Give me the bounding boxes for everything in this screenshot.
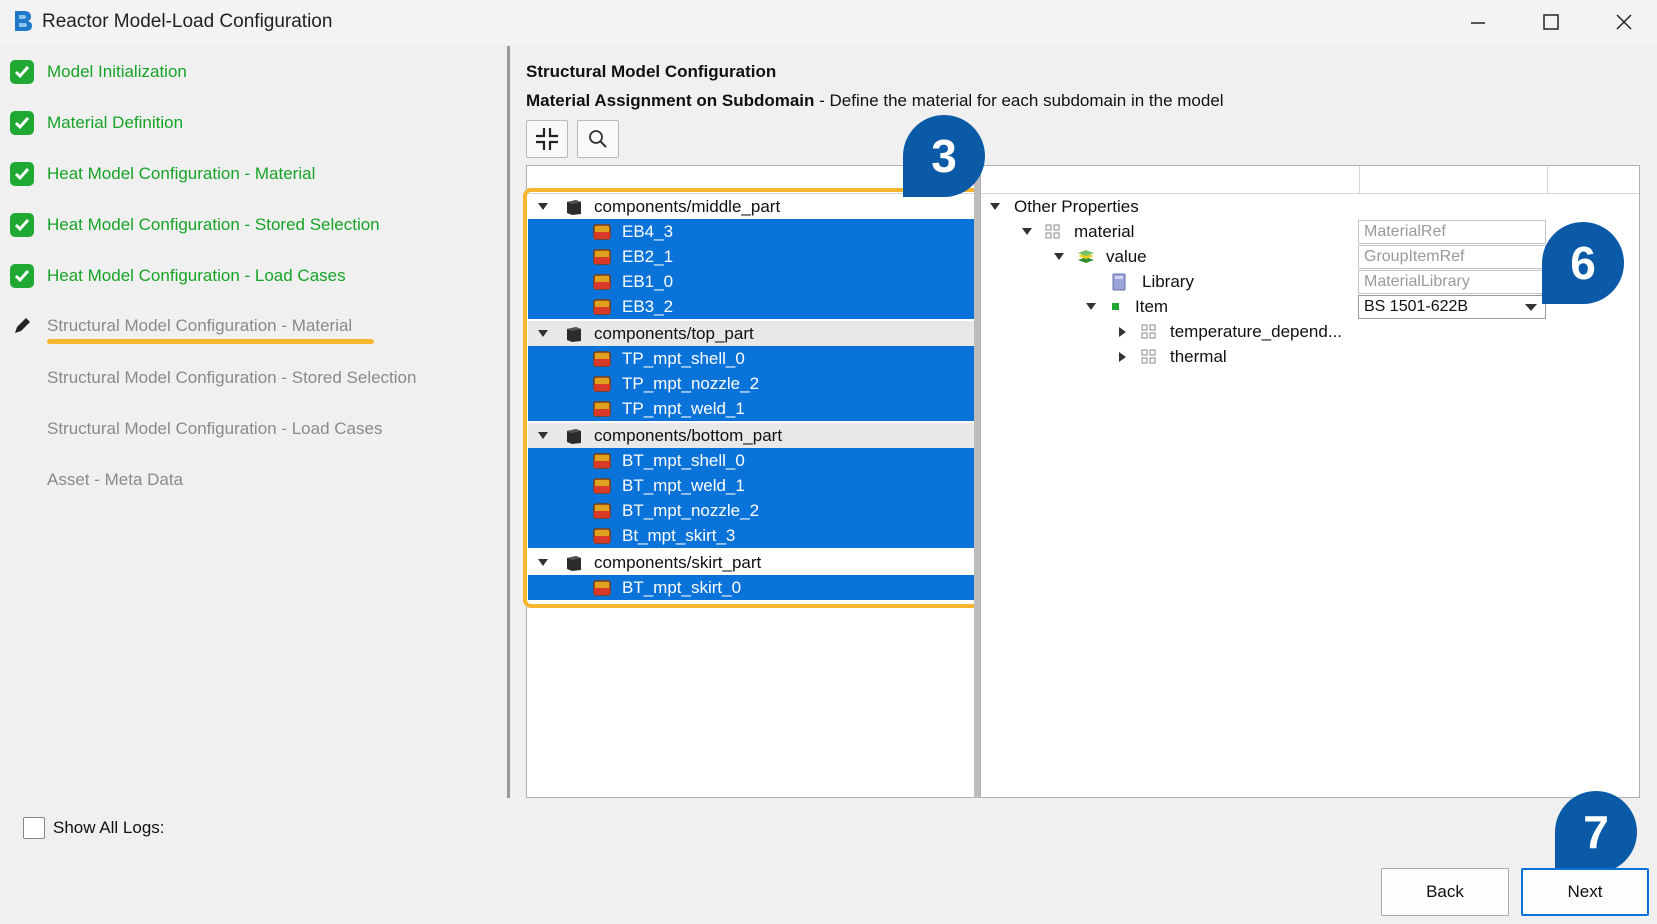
step-heat-material[interactable]: Heat Model Configuration - Material [10, 157, 315, 191]
prop-label: material [1074, 221, 1135, 241]
prop-label: temperature_depend... [1170, 321, 1343, 341]
page-subtitle: Material Assignment on Subdomain - Defin… [526, 91, 1224, 111]
prop-label: Item [1135, 296, 1169, 316]
prop-row-temperature[interactable]: temperature_depend... [1118, 319, 1342, 344]
show-all-logs-checkbox[interactable] [23, 817, 45, 839]
callout-badge-6: 6 [1542, 222, 1624, 304]
prop-label: thermal [1170, 346, 1227, 366]
caret-right-icon[interactable] [1118, 326, 1128, 337]
prop-row-material[interactable]: material [1022, 219, 1134, 244]
step-structural-load-cases[interactable]: Structural Model Configuration - Load Ca… [10, 412, 382, 446]
show-all-logs-label: Show All Logs: [53, 818, 165, 837]
select-value: BS 1501-622B [1364, 298, 1469, 315]
chevron-down-icon [1525, 304, 1537, 311]
title-bar: Reactor Model-Load Configuration [0, 0, 1657, 44]
check-icon [10, 60, 34, 84]
minimize-icon [1471, 22, 1485, 24]
back-button[interactable]: Back [1381, 868, 1509, 916]
step-label: Model Initialization [47, 62, 187, 81]
current-step-underline [47, 339, 374, 344]
caret-right-icon[interactable] [1118, 351, 1128, 362]
step-structural-material[interactable]: Structural Model Configuration - Materia… [10, 309, 352, 343]
field-value: GroupItemRef [1364, 248, 1465, 265]
check-icon [10, 111, 34, 135]
layers-icon [1078, 249, 1094, 263]
check-icon [10, 213, 34, 237]
prop-row-library[interactable]: Library [1110, 269, 1194, 294]
material-ref-field[interactable]: MaterialRef [1358, 220, 1546, 244]
caret-down-icon[interactable] [1086, 302, 1096, 312]
check-icon [10, 162, 34, 186]
step-label: Structural Model Configuration - Load Ca… [47, 419, 383, 438]
pencil-icon [10, 314, 34, 338]
item-material-select[interactable]: BS 1501-622B [1358, 295, 1546, 319]
subtitle-rest: - Define the material for each subdomain… [814, 91, 1224, 110]
grid-icon [1141, 324, 1156, 338]
step-material-definition[interactable]: Material Definition [10, 106, 183, 140]
subtitle-bold: Material Assignment on Subdomain [526, 91, 815, 110]
page-title: Structural Model Configuration [526, 62, 777, 81]
callout-badge-3: 3 [903, 115, 985, 197]
prop-row-item[interactable]: Item [1086, 294, 1168, 319]
group-item-ref-field[interactable]: GroupItemRef [1358, 245, 1546, 269]
app-window: Reactor Model-Load Configuration Model I… [0, 0, 1657, 924]
tree-highlight-frame [523, 188, 985, 608]
check-icon [10, 264, 34, 288]
search-button[interactable] [577, 120, 619, 158]
close-button[interactable] [1601, 6, 1647, 38]
maximize-icon [1543, 14, 1559, 30]
prop-label: Library [1142, 271, 1194, 291]
collapse-all-button[interactable] [526, 120, 568, 158]
caret-down-icon[interactable] [990, 202, 1000, 212]
caret-down-icon[interactable] [1022, 227, 1032, 237]
collapse-icon [536, 128, 558, 150]
step-heat-stored-selection[interactable]: Heat Model Configuration - Stored Select… [10, 208, 380, 242]
minimize-button[interactable] [1455, 6, 1501, 38]
library-book-icon [1112, 273, 1126, 290]
step-label: Asset - Meta Data [47, 470, 184, 489]
field-value: MaterialLibrary [1364, 273, 1470, 290]
step-asset-meta-data[interactable]: Asset - Meta Data [10, 463, 183, 497]
window-title: Reactor Model-Load Configuration [42, 11, 333, 32]
step-label: Heat Model Configuration - Stored Select… [47, 215, 380, 234]
grid-icon [1141, 349, 1156, 363]
header-column-divider [1547, 166, 1548, 194]
green-square-icon [1112, 303, 1119, 310]
step-model-initialization[interactable]: Model Initialization [10, 55, 187, 89]
caret-down-icon[interactable] [1054, 252, 1064, 262]
callout-badge-7: 7 [1555, 791, 1637, 873]
prop-row-thermal[interactable]: thermal [1118, 344, 1227, 369]
grid-icon [1045, 224, 1060, 238]
next-button[interactable]: Next [1521, 868, 1649, 916]
maximize-button[interactable] [1528, 6, 1574, 38]
property-header [981, 166, 1639, 194]
step-label: Material Definition [47, 113, 184, 132]
header-column-divider [1359, 166, 1360, 194]
step-label: Heat Model Configuration - Material [47, 164, 316, 183]
sidebar-divider[interactable] [507, 46, 510, 798]
step-heat-load-cases[interactable]: Heat Model Configuration - Load Cases [10, 259, 346, 293]
step-label: Structural Model Configuration - Stored … [47, 368, 417, 387]
prop-label: Other Properties [1014, 196, 1139, 216]
close-icon [1616, 14, 1632, 30]
step-label: Structural Model Configuration - Materia… [47, 316, 353, 335]
material-library-field[interactable]: MaterialLibrary [1358, 270, 1546, 294]
step-structural-stored-selection[interactable]: Structural Model Configuration - Stored … [10, 361, 416, 395]
app-logo-icon [15, 11, 32, 31]
prop-row-other-properties[interactable]: Other Properties [990, 194, 1139, 219]
step-label: Heat Model Configuration - Load Cases [47, 266, 346, 285]
search-icon [589, 130, 607, 148]
field-value: MaterialRef [1364, 223, 1446, 240]
prop-label: value [1106, 246, 1147, 266]
prop-row-value[interactable]: value [1054, 244, 1147, 269]
